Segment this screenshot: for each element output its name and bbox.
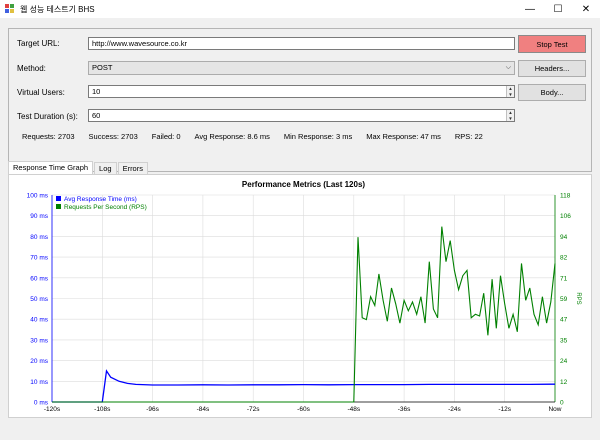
test-duration-label: Test Duration (s): xyxy=(17,112,78,121)
y-left-tick-label: 60 ms xyxy=(30,275,48,282)
x-tick-label: Now xyxy=(548,406,561,413)
y-left-tick-label: 40 ms xyxy=(30,317,48,324)
tab-body-graph: Performance Metrics (Last 120s) 0 ms 10 ms… xyxy=(8,174,592,418)
y-left-tick-label: 80 ms xyxy=(30,234,48,241)
window-title: 웹 성능 테스트기 BHS xyxy=(20,4,95,14)
virtual-users-value: 10 xyxy=(92,87,101,96)
test-duration-spin[interactable]: ▲ ▼ xyxy=(506,110,514,121)
maximize-button[interactable]: ☐ xyxy=(544,0,572,18)
y-right-tick-label: 12 xyxy=(560,379,568,386)
stat-min-response: Min Response: 3 ms xyxy=(283,132,353,141)
client-area: Target URL: http://www.wavesource.co.kr … xyxy=(0,18,600,440)
virtual-users-stepper[interactable]: 10 ▲ ▼ xyxy=(88,85,515,98)
headers-button[interactable]: Headers... xyxy=(518,60,586,77)
x-tick-label: -96s xyxy=(146,406,159,413)
y-left-tick-label: 10 ms xyxy=(30,379,48,386)
y-right-tick-label: 35 xyxy=(560,337,568,344)
x-tick-label: -120s xyxy=(44,406,61,413)
spin-down-icon[interactable]: ▼ xyxy=(507,92,514,98)
target-url-label: Target URL: xyxy=(17,39,60,48)
test-duration-stepper[interactable]: 60 ▲ ▼ xyxy=(88,109,515,122)
test-duration-value: 60 xyxy=(92,111,101,120)
y-left-tick-label: 70 ms xyxy=(30,255,48,262)
y-right-tick-label: 59 xyxy=(560,296,568,303)
x-tick-label: -84s xyxy=(197,406,210,413)
performance-chart: Performance Metrics (Last 120s)0 ms10 ms… xyxy=(27,180,581,413)
y-right-tick-label: 106 xyxy=(560,213,571,220)
chart-title: Performance Metrics (Last 120s) xyxy=(242,180,366,189)
stat-rps: RPS: 22 xyxy=(454,132,483,141)
stat-failed: Failed: 0 xyxy=(151,132,181,141)
y-right-tick-label: 94 xyxy=(560,234,568,241)
method-select[interactable]: POST ⌵ xyxy=(88,61,515,75)
stat-success: Success: 2703 xyxy=(88,132,138,141)
stat-avg-response: Avg Response: 8.6 ms xyxy=(194,132,270,141)
x-tick-label: -72s xyxy=(247,406,260,413)
y-right-tick-label: 82 xyxy=(560,255,568,262)
y-right-axis-label: RPS xyxy=(575,292,581,304)
legend-label: Avg Response Time (ms) xyxy=(64,196,137,203)
target-url-input[interactable]: http://www.wavesource.co.kr xyxy=(88,37,515,50)
chevron-down-icon: ⌵ xyxy=(505,64,511,71)
y-left-tick-label: 50 ms xyxy=(30,296,48,303)
tab-errors[interactable]: Errors xyxy=(117,162,148,174)
method-selected-value: POST xyxy=(92,63,113,72)
y-right-tick-label: 24 xyxy=(560,358,568,365)
legend-swatch xyxy=(56,196,61,201)
y-right-tick-label: 47 xyxy=(560,317,568,324)
close-button[interactable]: ✕ xyxy=(572,0,600,18)
tab-log[interactable]: Log xyxy=(94,162,117,174)
y-left-tick-label: 90 ms xyxy=(30,213,48,220)
x-tick-label: -24s xyxy=(448,406,461,413)
settings-panel: Target URL: http://www.wavesource.co.kr … xyxy=(8,28,592,172)
x-tick-label: -12s xyxy=(498,406,511,413)
x-tick-label: -108s xyxy=(94,406,111,413)
tab-strip: Response Time Graph Log Errors xyxy=(8,161,149,174)
stop-test-button[interactable]: Stop Test xyxy=(518,35,586,53)
x-tick-label: -48s xyxy=(347,406,360,413)
title-bar: 웹 성능 테스트기 BHS — ☐ ✕ xyxy=(0,0,600,18)
virtual-users-spin[interactable]: ▲ ▼ xyxy=(506,86,514,97)
stat-max-response: Max Response: 47 ms xyxy=(366,132,441,141)
legend-swatch xyxy=(56,204,61,209)
minimize-button[interactable]: — xyxy=(516,0,544,18)
body-button[interactable]: Body... xyxy=(518,84,586,101)
x-tick-label: -36s xyxy=(398,406,411,413)
y-right-tick-label: 118 xyxy=(560,193,571,200)
tab-response-time-graph[interactable]: Response Time Graph xyxy=(8,161,94,174)
legend-label: Requests Per Second (RPS) xyxy=(64,204,147,211)
y-left-tick-label: 100 ms xyxy=(27,193,49,200)
stats-bar: Requests: 2703 Success: 2703 Failed: 0 A… xyxy=(22,132,497,141)
method-label: Method: xyxy=(17,64,46,73)
y-left-tick-label: 20 ms xyxy=(30,358,48,365)
y-right-tick-label: 71 xyxy=(560,275,568,282)
stat-requests: Requests: 2703 xyxy=(22,132,75,141)
virtual-users-label: Virtual Users: xyxy=(17,88,65,97)
x-tick-label: -60s xyxy=(297,406,310,413)
spin-down-icon[interactable]: ▼ xyxy=(507,116,514,122)
y-left-tick-label: 30 ms xyxy=(30,337,48,344)
app-icon xyxy=(5,4,15,14)
